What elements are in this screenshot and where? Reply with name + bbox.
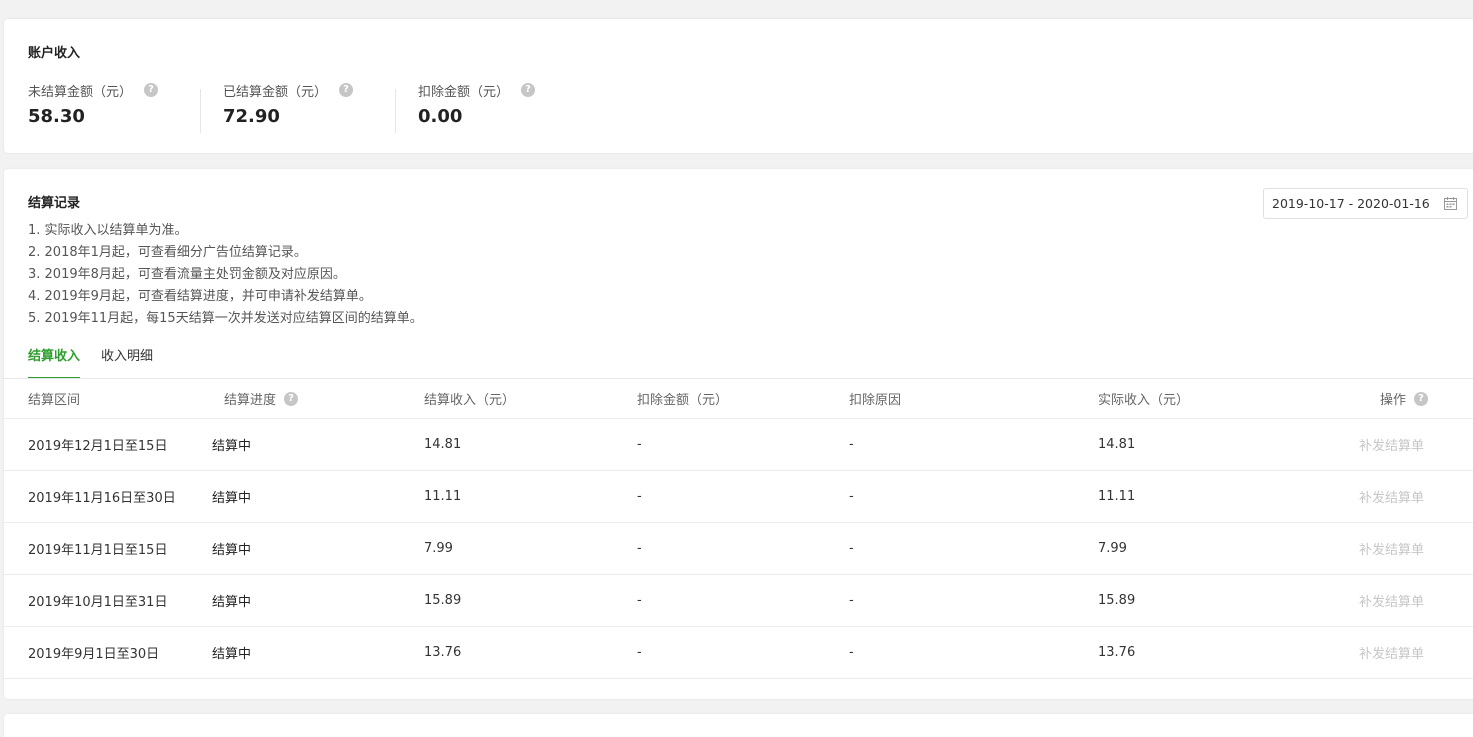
note-line: 2. 2018年1月起，可查看细分广告位结算记录。: [28, 245, 307, 260]
status-cell: 结算中: [212, 595, 252, 610]
reason-cell: -: [849, 645, 854, 660]
column-header-action: 操作 ?: [1380, 379, 1429, 418]
column-header-progress-label: 结算进度: [224, 393, 277, 408]
actual-income-cell: 11.11: [1098, 489, 1136, 504]
date-range-value: 2019-10-17 - 2020-01-16: [1272, 196, 1430, 211]
actual-income-cell: 13.76: [1098, 645, 1136, 660]
reason-cell: -: [849, 437, 854, 452]
help-icon[interactable]: ?: [1414, 391, 1429, 406]
status-cell: 结算中: [212, 491, 252, 506]
note-line: 5. 2019年11月起，每15天结算一次并发送对应结算区间的结算单。: [28, 311, 423, 326]
next-card: [4, 714, 1473, 737]
table-row: 2019年12月1日至15日 结算中 14.81 - - 14.81 补发结算单: [4, 419, 1473, 471]
table-row: 2019年10月1日至31日 结算中 15.89 - - 15.89 补发结算单: [4, 575, 1473, 627]
period-cell: 2019年12月1日至15日: [28, 439, 168, 454]
tab-settlement-income[interactable]: 结算收入: [28, 342, 81, 379]
reissue-statement-link[interactable]: 补发结算单: [1359, 627, 1424, 678]
column-header-period: 结算区间: [28, 393, 81, 408]
column-header-reason: 扣除原因: [849, 393, 902, 408]
deduction-amount-value: 0.00: [418, 106, 463, 127]
reason-cell: -: [849, 489, 854, 504]
deduction-amount-stat: 扣除金额（元） ? 0.00: [395, 81, 604, 133]
actual-income-cell: 14.81: [1098, 437, 1136, 452]
settlement-records-card: 结算记录 2019-10-17 - 2020-01-16 1. 实际收入以结算单…: [4, 169, 1473, 699]
status-cell: 结算中: [212, 439, 252, 454]
help-icon[interactable]: ?: [521, 83, 536, 97]
deduction-cell: -: [637, 593, 642, 608]
note-line: 1. 实际收入以结算单为准。: [28, 223, 188, 238]
column-header-actual: 实际收入（元）: [1098, 393, 1190, 408]
table-row: 2019年9月1日至30日 结算中 13.76 - - 13.76 补发结算单: [4, 627, 1473, 679]
help-icon[interactable]: ?: [339, 83, 354, 97]
reason-cell: -: [849, 593, 854, 608]
account-income-title: 账户收入: [28, 46, 81, 61]
column-header-progress: 结算进度 ?: [224, 379, 299, 418]
settlement-notes: 1. 实际收入以结算单为准。 2. 2018年1月起，可查看细分广告位结算记录。…: [28, 220, 423, 330]
status-cell: 结算中: [212, 647, 252, 662]
table-row: 2019年11月1日至15日 结算中 7.99 - - 7.99 补发结算单: [4, 523, 1473, 575]
unsettled-amount-value: 58.30: [28, 106, 85, 127]
income-cell: 13.76: [424, 645, 462, 660]
deduction-cell: -: [637, 489, 642, 504]
deduction-cell: -: [637, 437, 642, 452]
deduction-cell: -: [637, 645, 642, 660]
income-cell: 11.11: [424, 489, 462, 504]
actual-income-cell: 15.89: [1098, 593, 1136, 608]
table-row: 2019年11月16日至30日 结算中 11.11 - - 11.11 补发结算…: [4, 471, 1473, 523]
table-header-row: 结算区间 结算进度 ? 结算收入（元） 扣除金额（元） 扣除原因 实际收入（元）…: [4, 379, 1473, 419]
settled-amount-stat: 已结算金额（元） ? 72.90: [200, 81, 409, 133]
income-cell: 7.99: [424, 541, 453, 556]
note-line: 4. 2019年9月起，可查看结算进度，并可申请补发结算单。: [28, 289, 372, 304]
period-cell: 2019年11月1日至15日: [28, 543, 168, 558]
tab-income-details[interactable]: 收入明细: [101, 342, 153, 379]
reissue-statement-link[interactable]: 补发结算单: [1359, 575, 1424, 626]
deduction-amount-label: 扣除金额（元）: [418, 84, 510, 100]
reissue-statement-link[interactable]: 补发结算单: [1359, 419, 1424, 470]
reissue-statement-link[interactable]: 补发结算单: [1359, 471, 1424, 522]
period-cell: 2019年9月1日至30日: [28, 647, 160, 662]
column-header-action-label: 操作: [1380, 393, 1407, 408]
deduction-cell: -: [637, 541, 642, 556]
settled-amount-label: 已结算金额（元）: [223, 84, 328, 100]
records-tabs: 结算收入 收入明细: [28, 342, 174, 379]
actual-income-cell: 7.99: [1098, 541, 1127, 556]
column-header-income: 结算收入（元）: [424, 393, 516, 408]
help-icon[interactable]: ?: [284, 391, 299, 406]
period-cell: 2019年11月16日至30日: [28, 491, 176, 506]
reissue-statement-link[interactable]: 补发结算单: [1359, 523, 1424, 574]
note-line: 3. 2019年8月起，可查看流量主处罚金额及对应原因。: [28, 267, 346, 282]
status-cell: 结算中: [212, 543, 252, 558]
period-cell: 2019年10月1日至31日: [28, 595, 168, 610]
calendar-icon: [1444, 197, 1457, 210]
date-range-picker[interactable]: 2019-10-17 - 2020-01-16: [1263, 188, 1468, 219]
settlement-records-title: 结算记录: [28, 196, 81, 211]
income-cell: 15.89: [424, 593, 462, 608]
column-header-deduction: 扣除金额（元）: [637, 393, 729, 408]
settled-amount-value: 72.90: [223, 106, 280, 127]
account-income-card: 账户收入 未结算金额（元） ? 58.30 已结算金额（元） ? 72.90 扣…: [4, 19, 1473, 153]
help-icon[interactable]: ?: [144, 83, 159, 97]
settlement-table: 结算区间 结算进度 ? 结算收入（元） 扣除金额（元） 扣除原因 实际收入（元）…: [4, 378, 1473, 679]
unsettled-amount-stat: 未结算金额（元） ? 58.30: [28, 81, 214, 131]
unsettled-amount-label: 未结算金额（元）: [28, 84, 133, 100]
reason-cell: -: [849, 541, 854, 556]
income-cell: 14.81: [424, 437, 462, 452]
